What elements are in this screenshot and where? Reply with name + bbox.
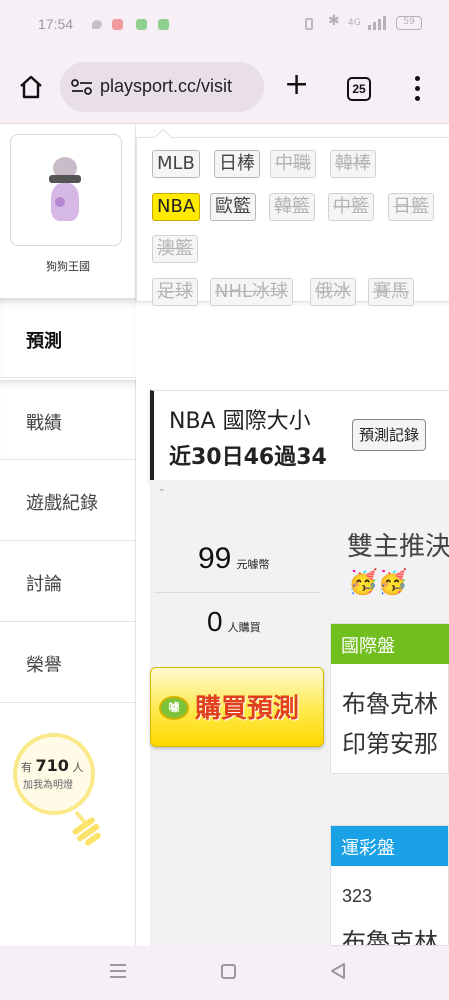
sidebar-item-record[interactable]: 戰績 xyxy=(0,380,136,460)
fans-count: 710 xyxy=(35,756,69,775)
recommend-title: 雙主推決 xyxy=(347,532,449,562)
avatar[interactable] xyxy=(10,134,122,246)
buyers-count: 0 xyxy=(207,606,223,637)
price-unit: 元噱幣 xyxy=(236,558,270,571)
league-tab-cba[interactable]: 中籃 xyxy=(328,193,374,221)
intl-market-label: 國際盤 xyxy=(341,636,395,657)
sidebar-item-label: 戰績 xyxy=(26,413,62,434)
sidebar: 狗狗王國 預測 戰績 遊戲紀錄 討論 榮譽 有 710 人 加我為明燈 xyxy=(0,124,136,946)
coin-icon: 噱 xyxy=(159,696,189,720)
vibrate-icon xyxy=(305,18,313,30)
sidebar-item-predict[interactable]: 預測 xyxy=(0,298,136,378)
home-nav-icon[interactable] xyxy=(221,964,236,979)
sidebar-item-game-log[interactable]: 遊戲紀錄 xyxy=(0,461,136,541)
prediction-record: 近30日46過34 xyxy=(169,445,327,470)
battery-icon: 59 xyxy=(396,16,422,30)
price-line: 99 元噱幣 xyxy=(198,542,269,576)
league-tab-euro-basketball[interactable]: 歐籃 xyxy=(210,193,256,221)
site-settings-icon[interactable] xyxy=(70,78,94,96)
league-tab-kbl[interactable]: 韓籃 xyxy=(269,193,315,221)
league-tab-nbl[interactable]: 澳籃 xyxy=(152,235,198,263)
sidebar-item-label: 預測 xyxy=(26,331,62,352)
lottery-market-label: 運彩盤 xyxy=(341,838,395,859)
intl-market-card: 國際盤 布魯克林 印第安那 xyxy=(330,623,449,774)
browser-toolbar: playsport.cc/visit + 25 xyxy=(0,52,449,124)
follow-lightbulb[interactable]: 有 710 人 加我為明燈 xyxy=(10,730,120,850)
app-notification-icon xyxy=(158,19,169,30)
tab-count: 25 xyxy=(352,82,366,96)
fans-prefix: 有 xyxy=(21,761,32,774)
intl-market-header: 國際盤 xyxy=(331,624,449,664)
divider xyxy=(154,592,320,593)
coin-badge: 噱 xyxy=(168,701,180,714)
chat-notification-icon xyxy=(92,20,102,29)
sidebar-item-discussion[interactable]: 討論 xyxy=(0,542,136,622)
status-time: 17:54 xyxy=(38,16,74,32)
url-text[interactable]: playsport.cc/visit xyxy=(100,76,232,97)
collapse-caret-icon: ⌄ xyxy=(158,484,166,494)
league-tab-kbo[interactable]: 韓棒 xyxy=(330,150,376,178)
prediction-history-button[interactable]: 預測記錄 xyxy=(352,419,427,451)
sidebar-item-label: 榮譽 xyxy=(26,655,62,676)
new-tab-icon[interactable]: + xyxy=(284,70,309,100)
league-tab-horse-racing[interactable]: 賽馬 xyxy=(368,278,414,306)
buyers-line: 0 人購買 xyxy=(207,606,261,638)
lottery-team: 布魯克林 xyxy=(342,928,438,946)
league-tab-nhl[interactable]: NHL冰球 xyxy=(210,278,294,306)
address-bar[interactable]: playsport.cc/visit xyxy=(60,62,264,112)
league-tab-bleague[interactable]: 日籃 xyxy=(388,193,434,221)
profile-name[interactable]: 狗狗王國 xyxy=(0,258,136,274)
app-notification-icon xyxy=(112,19,123,30)
prediction-header-card: NBA 國際大小 近30日46過34 預測記錄 xyxy=(150,390,449,482)
league-tab-cpbl[interactable]: 中職 xyxy=(270,150,316,178)
prediction-title: NBA 國際大小 xyxy=(169,409,311,434)
back-nav-icon[interactable] xyxy=(330,962,346,980)
lottery-market-card: 運彩盤 323 布魯克林 xyxy=(330,825,449,946)
fans-caption: 加我為明燈 xyxy=(23,780,73,791)
intl-team-2: 印第安那 xyxy=(342,730,438,758)
panel-pointer xyxy=(154,128,172,146)
lottery-market-header: 運彩盤 xyxy=(331,826,448,866)
sidebar-item-honor[interactable]: 榮譽 xyxy=(0,623,136,703)
sidebar-item-label: 討論 xyxy=(26,574,62,595)
status-bar: 17:54 ✱ 4G 59 xyxy=(0,0,449,52)
sidebar-item-label: 遊戲紀錄 xyxy=(26,493,98,514)
buy-prediction-button[interactable]: 噱 購買預測 xyxy=(150,667,324,747)
league-tab-mlb[interactable]: MLB xyxy=(152,150,200,178)
league-tab-soccer[interactable]: 足球 xyxy=(152,278,198,306)
battery-level: 59 xyxy=(403,17,415,27)
bluetooth-icon: ✱ xyxy=(328,13,340,29)
app-notification-icon xyxy=(136,19,147,30)
league-tab-nba[interactable]: NBA xyxy=(152,193,201,221)
league-tab-npb[interactable]: 日棒 xyxy=(214,150,260,178)
party-emoji: 🥳🥳 xyxy=(348,568,408,596)
buy-prediction-label: 購買預測 xyxy=(195,694,300,724)
network-type-icon: 4G xyxy=(348,18,361,28)
fans-count-line: 有 710 人 xyxy=(21,756,83,775)
buyers-unit: 人購買 xyxy=(227,621,261,634)
prediction-content: ⌄ 99 元噱幣 0 人購買 噱 購買預測 雙主推決 🥳🥳 國際盤 布魯克林 印… xyxy=(150,480,449,946)
recent-apps-icon[interactable] xyxy=(110,964,126,978)
signal-icon xyxy=(368,16,390,30)
price-value: 99 xyxy=(198,542,232,575)
home-icon[interactable] xyxy=(18,74,44,100)
overflow-menu-icon[interactable] xyxy=(415,76,421,102)
fans-suffix: 人 xyxy=(72,761,84,774)
tab-switcher-button[interactable]: 25 xyxy=(347,77,371,101)
league-tab-khl[interactable]: 俄冰 xyxy=(310,278,356,306)
lottery-game-code: 323 xyxy=(342,886,373,906)
avatar-figure xyxy=(47,157,83,229)
system-nav-bar xyxy=(0,946,449,1000)
intl-team-1: 布魯克林 xyxy=(342,690,438,718)
